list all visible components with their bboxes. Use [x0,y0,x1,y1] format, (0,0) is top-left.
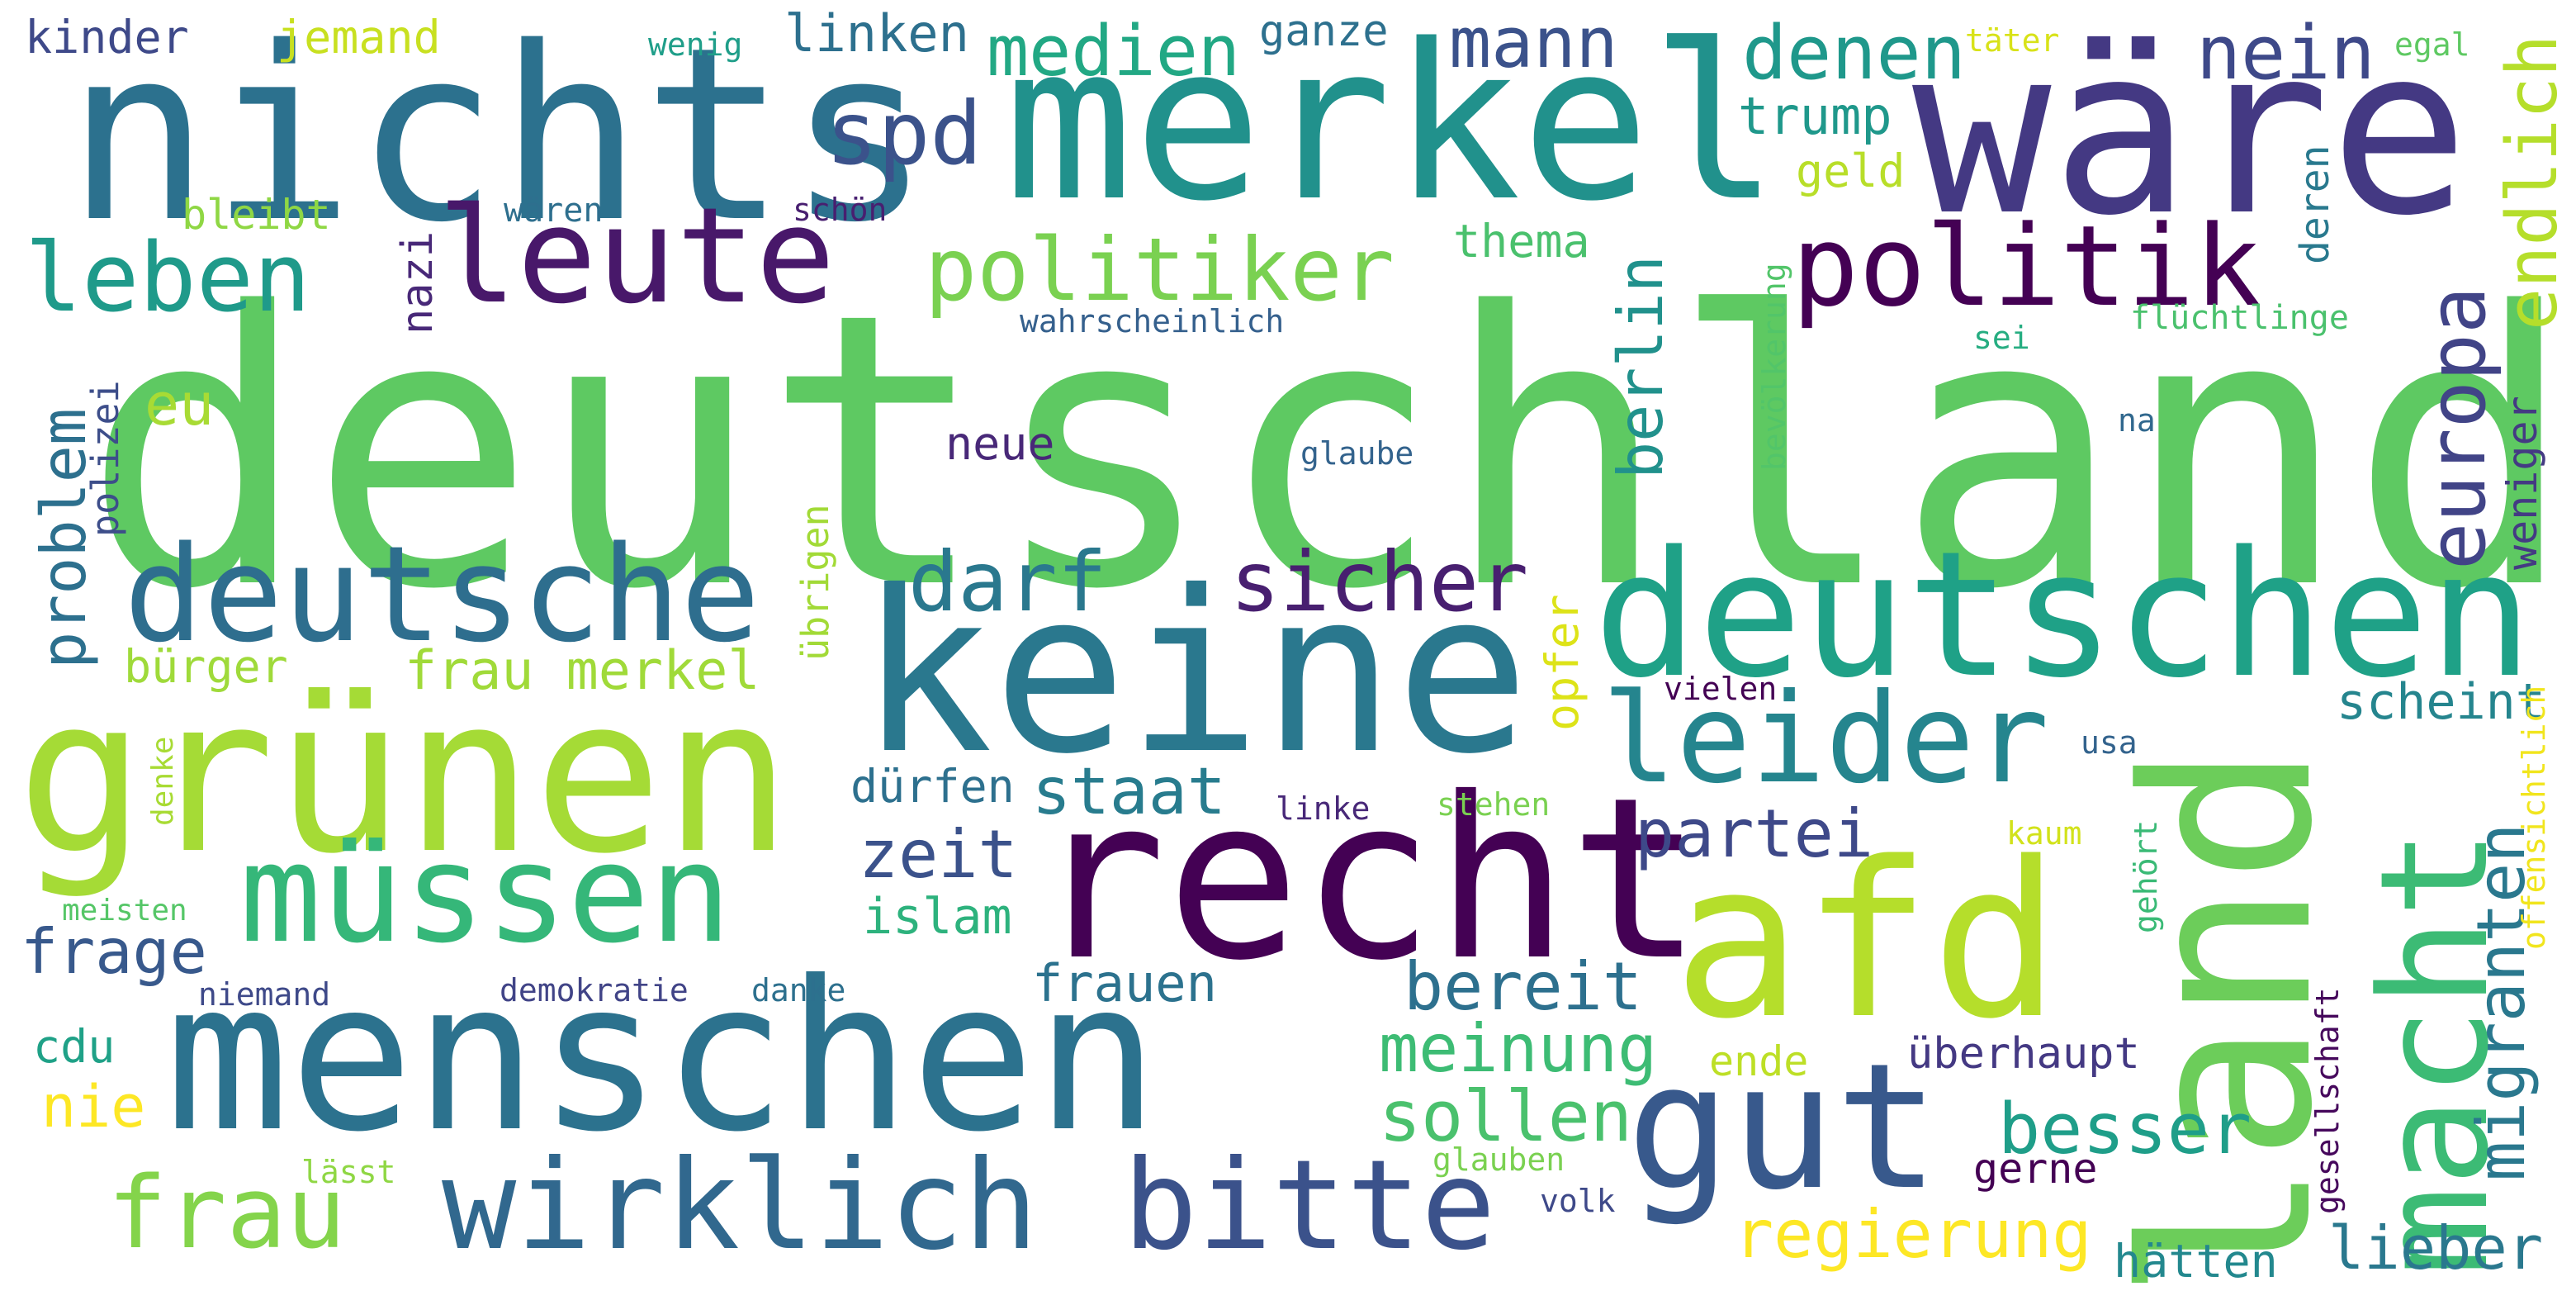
word-duerfen: dürfen [850,760,1015,813]
word-demokratie: demokratie [500,972,689,1008]
word-wahrscheinlich: wahrscheinlich [1020,303,1285,339]
word-wirklich: wirklich [442,1134,1039,1278]
word-offensichtlich: offensichtlich [2516,685,2552,950]
word-bereit: bereit [1404,948,1642,1025]
word-scheint: scheint [2337,673,2545,731]
word-frauen: frauen [1032,953,1217,1013]
word-bevoelkerung: bevölkerung [1756,263,1792,471]
word-ueberhaupt: überhaupt [1907,1029,2140,1079]
word-schoen: schön [793,192,888,228]
word-spd: spd [826,83,983,184]
word-endlich: endlich [2492,34,2574,330]
word-muessen: müssen [239,814,732,973]
word-regierung: regierung [1734,1196,2092,1273]
word-lieber: lieber [2328,1213,2544,1283]
word-deren: deren [2292,145,2338,265]
word-gesellschaft: gesellschaft [2309,987,2346,1214]
word-meinung: meinung [1379,1010,1658,1087]
word-thema: thema [1453,215,1590,268]
word-usa: usa [2081,724,2138,761]
word-sei: sei [1973,320,2030,356]
word-glaube: glaube [1300,435,1414,472]
word-cloud: deutschland wäre nichts merkel keine rec… [0,0,2576,1305]
word-medien: medien [987,11,1241,93]
word-linke: linke [1276,790,1371,827]
word-nazi: nazi [393,230,443,335]
word-mann: mann [1449,2,1618,84]
word-gerne: gerne [1973,1145,2098,1193]
word-geld: geld [1796,145,1906,197]
word-jemand: jemand [277,11,441,64]
word-glauben: glauben [1432,1141,1565,1178]
word-denke: denke [146,736,180,826]
word-opfer: opfer [1536,594,1589,731]
word-trump: trump [1738,86,1892,146]
word-darf: darf [908,534,1107,630]
word-frau-merkel: frau merkel [405,640,760,702]
word-danke: danke [751,972,846,1008]
word-meisten: meisten [62,894,187,928]
word-cdu: cdu [33,1020,116,1073]
word-polizei: polizei [83,380,127,537]
word-wenig: wenig [648,26,743,63]
word-berlin: berlin [1604,255,1677,479]
word-denen: denen [1742,10,1966,97]
word-stehen: stehen [1437,786,1551,823]
word-haetten: hätten [2114,1235,2278,1288]
word-egal: egal [2394,26,2470,63]
word-zeit: zeit [859,816,1018,893]
word-ende: ende [1709,1037,1809,1085]
word-linken: linken [784,3,969,64]
word-uebrigen: übrigen [793,504,837,661]
word-kaum: kaum [2006,815,2082,852]
word-politiker: politiker [925,220,1395,320]
word-waeren: wären [504,192,604,230]
word-ganze: ganze [1259,7,1389,56]
word-kinder: kinder [25,11,189,64]
word-leute: leute [438,178,836,333]
word-na: na [2118,402,2156,439]
word-europa: europa [2413,286,2503,570]
word-vielen: vielen [1664,671,1778,707]
word-nein: nein [2196,10,2375,97]
word-islam: islam [863,888,1012,946]
word-gehoert: gehört [2128,819,2164,933]
word-weniger: weniger [2498,396,2546,570]
word-laesst: lässt [301,1154,396,1190]
word-buerger: bürger [124,640,288,693]
word-eu: eu [144,371,215,439]
word-taeter: täter [1965,22,2060,59]
word-leben: leben [25,223,311,334]
word-bleibt: bleibt [182,191,331,239]
word-staat: staat [1032,755,1226,829]
word-neue: neue [945,417,1055,470]
word-partei: partei [1635,795,1873,872]
word-nie: nie [41,1073,146,1141]
word-frage: frage [21,915,207,988]
word-niemand: niemand [198,976,331,1013]
word-fluechtlinge: flüchtlinge [2130,299,2349,337]
word-sicher: sicher [1230,534,1529,630]
word-volk: volk [1540,1183,1616,1219]
